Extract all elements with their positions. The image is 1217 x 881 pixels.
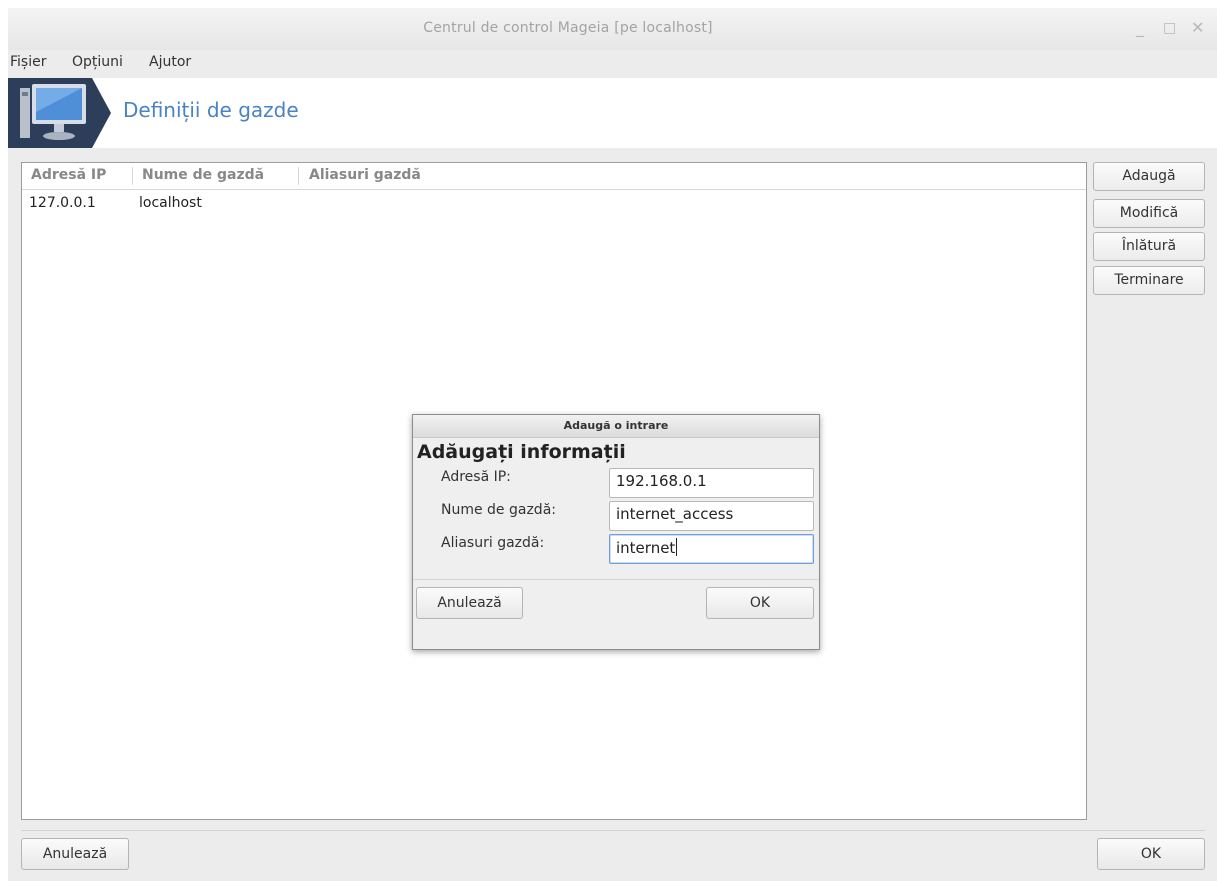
cell-ip: 127.0.0.1 (29, 195, 96, 211)
hostname-input[interactable]: internet_access (609, 501, 814, 531)
column-header-aliases[interactable]: Aliasuri gazdă (309, 167, 421, 183)
add-entry-dialog: Adaugă o intrare Adăugați informații Adr… (412, 414, 820, 650)
window-title: Centrul de control Mageia [pe localhost] (423, 20, 713, 36)
dialog-divider (413, 579, 819, 580)
aliases-input-value: internet (616, 539, 676, 557)
minimize-button[interactable]: _ (1136, 18, 1144, 38)
hostname-input-value: internet_access (616, 505, 734, 523)
dialog-ok-button[interactable]: OK (706, 587, 814, 619)
ip-input-value: 192.168.0.1 (616, 472, 707, 490)
cell-hostname: localhost (139, 195, 202, 211)
menu-help[interactable]: Ajutor (149, 54, 191, 70)
cancel-button[interactable]: Anulează (21, 838, 129, 870)
aliases-label: Aliasuri gazdă: (441, 535, 545, 551)
dialog-cancel-button[interactable]: Anulează (416, 587, 523, 619)
column-header-hostname[interactable]: Nume de gazdă (142, 167, 264, 183)
footer-divider (21, 830, 1205, 831)
ok-button[interactable]: OK (1097, 838, 1205, 870)
menu-file[interactable]: Fișier (10, 54, 46, 70)
aliases-input[interactable]: internet (609, 534, 814, 564)
hostname-label: Nume de gazdă: (441, 502, 556, 518)
add-button[interactable]: Adaugă (1093, 162, 1205, 191)
text-caret (676, 538, 678, 556)
maximize-button[interactable]: □ (1163, 18, 1176, 38)
table-header: Adresă IP Nume de gazdă Aliasuri gazdă (22, 163, 1086, 190)
computer-monitor-icon (8, 78, 113, 148)
modify-button[interactable]: Modifică (1093, 199, 1205, 228)
finish-button[interactable]: Terminare (1093, 266, 1205, 295)
close-button[interactable]: ✕ (1191, 18, 1204, 38)
ip-input[interactable]: 192.168.0.1 (609, 468, 814, 498)
banner: Definiții de gazde (8, 78, 1217, 148)
menu-options[interactable]: Opțiuni (72, 54, 123, 70)
dialog-title[interactable]: Adaugă o intrare (413, 415, 819, 438)
page-title: Definiții de gazde (123, 98, 299, 122)
main-window: Centrul de control Mageia [pe localhost]… (8, 8, 1217, 881)
column-header-ip[interactable]: Adresă IP (31, 167, 106, 183)
column-divider (298, 167, 299, 185)
column-divider (132, 167, 133, 185)
menu-bar: Fișier Opțiuni Ajutor (8, 52, 1217, 74)
remove-button[interactable]: Înlătură (1093, 232, 1205, 261)
dialog-heading: Adăugați informații (417, 441, 626, 463)
title-bar[interactable]: Centrul de control Mageia [pe localhost]… (8, 8, 1217, 50)
ip-label: Adresă IP: (441, 469, 511, 485)
